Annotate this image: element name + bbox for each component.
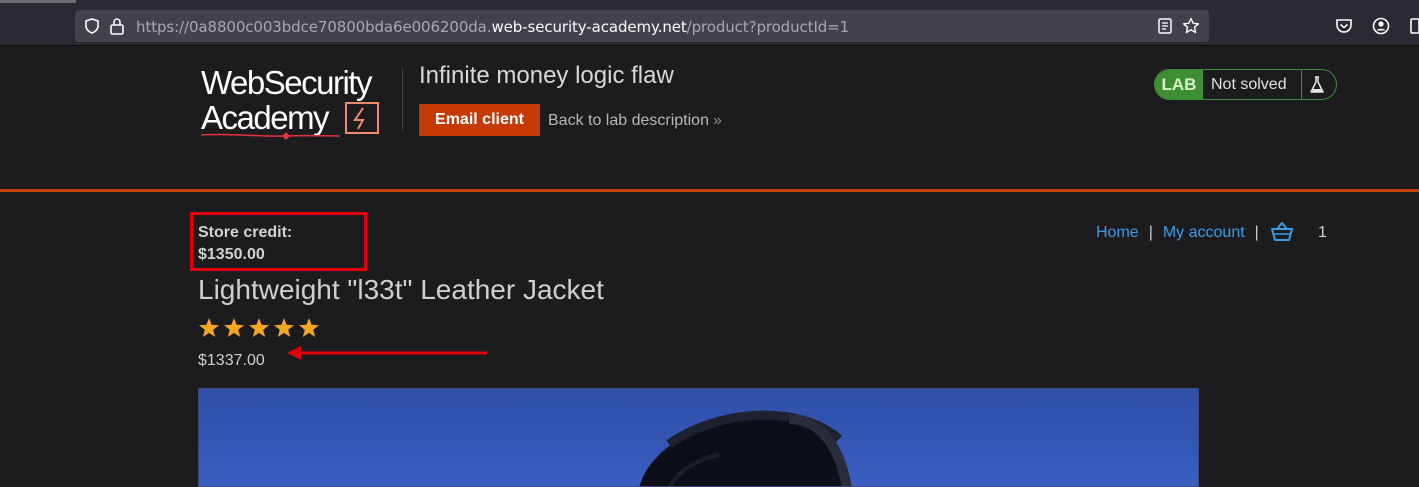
- my-account-link[interactable]: My account: [1163, 224, 1245, 241]
- pocket-icon[interactable]: [1335, 17, 1353, 35]
- lab-status-text: Not solved: [1211, 76, 1287, 93]
- store-credit-value: $1350.00: [198, 246, 265, 263]
- product-photo: [639, 410, 852, 486]
- top-nav: Home | My account |: [1096, 224, 1269, 242]
- address-bar[interactable]: https://0a8800c003bdce70800bda6e006200da…: [75, 10, 1209, 42]
- url-domain: web-security-academy.net: [491, 18, 687, 36]
- back-to-lab-description-link[interactable]: Back to lab description»: [548, 112, 722, 130]
- url-path: /product?productId=1: [686, 18, 850, 36]
- star-icon: [199, 318, 219, 337]
- lock-icon[interactable]: [109, 17, 125, 35]
- star-icon: [249, 318, 269, 337]
- lab-status-divider: [1301, 70, 1302, 99]
- tab-indicator: [0, 0, 76, 3]
- product-price: $1337.00: [198, 352, 265, 369]
- nav-separator: |: [1254, 224, 1259, 241]
- nav-separator: |: [1148, 224, 1153, 241]
- bookmark-star-icon[interactable]: [1182, 17, 1200, 35]
- account-icon[interactable]: [1372, 17, 1390, 35]
- double-chevron-right-icon: »: [712, 112, 722, 129]
- url-prefix: https://0a8800c003bdce70800bda6e006200da…: [136, 18, 492, 36]
- annotation-arrow: [287, 346, 487, 360]
- product-title: Lightweight "l33t" Leather Jacket: [198, 274, 604, 305]
- home-link[interactable]: Home: [1096, 224, 1139, 241]
- rating-stars: [199, 318, 319, 337]
- email-client-button[interactable]: Email client: [419, 104, 540, 136]
- cart-icon[interactable]: [1270, 222, 1294, 242]
- extensions-icon[interactable]: [1410, 17, 1419, 35]
- logo-line2: Academy: [201, 99, 330, 136]
- product-image: [198, 388, 1199, 487]
- logo-divider: [402, 68, 403, 130]
- browser-toolbar: https://0a8800c003bdce70800bda6e006200da…: [0, 0, 1419, 46]
- star-icon: [274, 318, 294, 337]
- flask-icon[interactable]: [1309, 76, 1325, 94]
- reader-view-icon[interactable]: [1158, 18, 1172, 34]
- star-icon: [224, 318, 244, 337]
- web-security-academy-logo[interactable]: WebSecurity Academy: [200, 66, 400, 146]
- logo-line1: WebSecurity: [201, 66, 373, 101]
- store-credit-label: Store credit:: [198, 224, 293, 241]
- lab-header: WebSecurity Academy Infinite money logic…: [0, 46, 1419, 192]
- lab-badge: LAB: [1155, 70, 1203, 99]
- shield-icon[interactable]: [83, 17, 101, 35]
- lab-status-widget[interactable]: LAB Not solved: [1154, 69, 1337, 100]
- url-text[interactable]: https://0a8800c003bdce70800bda6e006200da…: [136, 18, 849, 36]
- back-link-label: Back to lab description: [548, 112, 709, 129]
- lab-title: Infinite money logic flaw: [419, 62, 674, 89]
- cart-count[interactable]: 1: [1318, 224, 1327, 242]
- star-icon: [299, 318, 319, 337]
